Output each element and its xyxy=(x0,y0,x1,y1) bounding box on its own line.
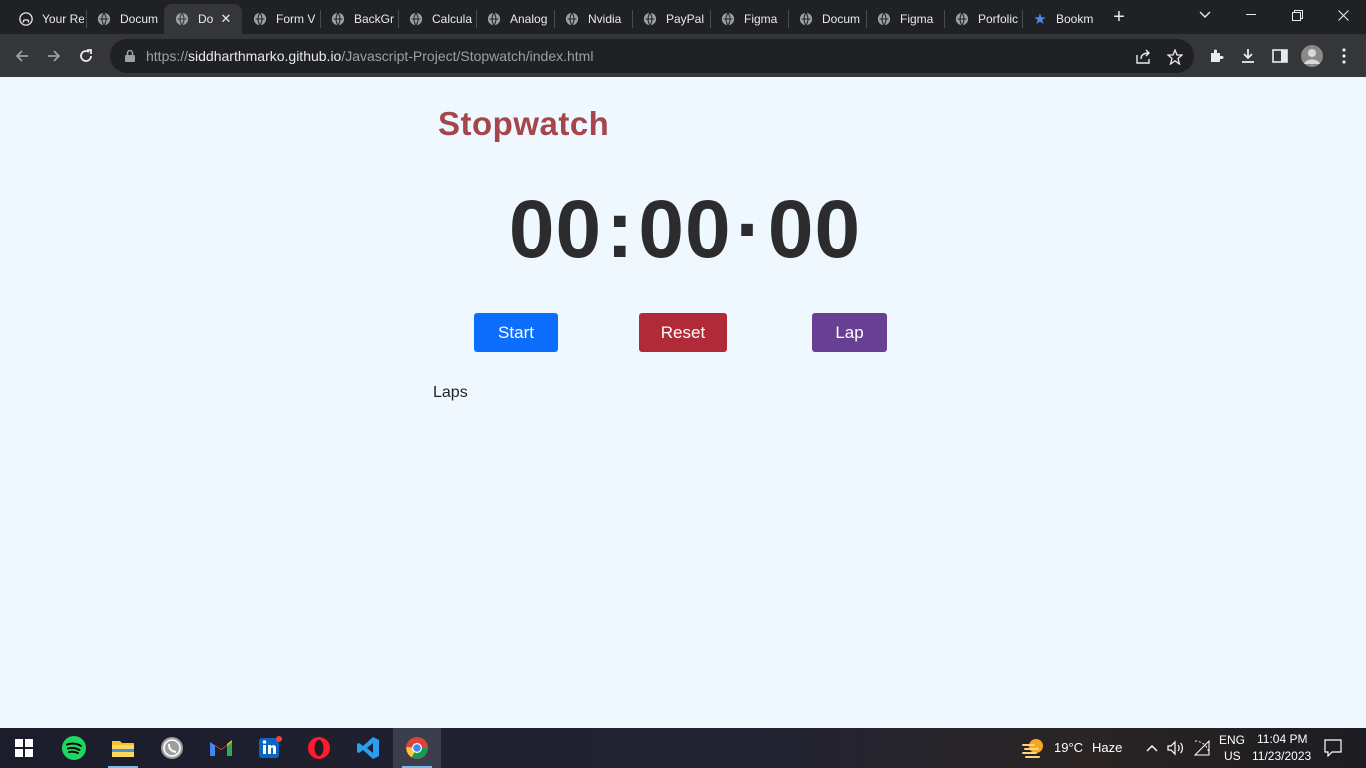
globe-icon xyxy=(876,11,892,27)
side-panel-icon[interactable] xyxy=(1266,42,1294,70)
laps-label: Laps xyxy=(433,384,468,401)
url-prefix: https:// xyxy=(146,48,189,64)
tab-title: Form V xyxy=(276,12,316,26)
language-line1[interactable]: ENG xyxy=(1219,733,1245,747)
url-path: /Javascript-Project/Stopwatch/index.html xyxy=(341,48,594,64)
tab-title: Figma xyxy=(900,12,934,26)
download-icon[interactable] xyxy=(1234,42,1262,70)
page-content: Stopwatch 00 : 00 · 00 Start Reset Lap L… xyxy=(0,77,1366,728)
file-explorer-icon[interactable] xyxy=(99,728,147,768)
tab-title: BackGr xyxy=(354,12,395,26)
globe-icon xyxy=(174,11,190,27)
page-title: Stopwatch xyxy=(438,105,610,142)
windows-start-icon[interactable] xyxy=(0,728,48,768)
weather-temp[interactable]: 19°C xyxy=(1054,740,1083,755)
tab-portfolio[interactable]: Porfolic xyxy=(944,4,1020,34)
close-window-button[interactable] xyxy=(1320,0,1366,30)
tab-title: Porfolic xyxy=(978,12,1019,26)
tab-analog[interactable]: Analog xyxy=(476,4,552,34)
opera-icon[interactable] xyxy=(295,728,343,768)
tab-title: Bookm xyxy=(1056,12,1094,26)
chevron-up-icon[interactable] xyxy=(1143,739,1161,757)
tab-background[interactable]: BackGr xyxy=(320,4,396,34)
tab-bookmarks[interactable]: ★ Bookm xyxy=(1022,4,1098,34)
centiseconds-value: 00 xyxy=(767,184,862,275)
spotify-icon[interactable] xyxy=(50,728,98,768)
share-icon[interactable] xyxy=(1134,48,1152,66)
lap-button[interactable]: Lap xyxy=(812,313,887,352)
start-button[interactable]: Start xyxy=(474,313,558,352)
globe-icon xyxy=(252,11,268,27)
vscode-icon[interactable] xyxy=(344,728,392,768)
whatsapp-icon[interactable] xyxy=(148,728,196,768)
avatar[interactable] xyxy=(1298,42,1326,70)
back-button[interactable] xyxy=(8,42,36,70)
stopwatch-display: 00 : 00 · 00 xyxy=(500,184,870,275)
tab-title: Docum xyxy=(120,12,159,26)
tab-document-1[interactable]: Docum xyxy=(86,4,162,34)
url-text: https://siddharthmarko.github.io/Javascr… xyxy=(146,48,593,64)
reload-button[interactable] xyxy=(72,42,100,70)
close-tab-icon[interactable]: ✕ xyxy=(218,11,234,27)
restore-button[interactable] xyxy=(1274,0,1320,30)
tab-calculator[interactable]: Calcula xyxy=(398,4,474,34)
tab-title: Docum xyxy=(822,12,861,26)
menu-icon[interactable] xyxy=(1330,42,1358,70)
tab-title: Nvidia xyxy=(588,12,622,26)
tab-active[interactable]: Do ✕ xyxy=(164,4,242,34)
globe-icon xyxy=(408,11,424,27)
globe-icon xyxy=(330,11,346,27)
tab-title: Analog xyxy=(510,12,548,26)
tab-document-2[interactable]: Docum xyxy=(788,4,864,34)
address-bar[interactable]: https://siddharthmarko.github.io/Javascr… xyxy=(110,39,1194,73)
globe-icon xyxy=(486,11,502,27)
forward-button[interactable] xyxy=(40,42,68,70)
url-host: siddharthmarko.github.io xyxy=(188,48,342,64)
reset-button[interactable]: Reset xyxy=(639,313,727,352)
weather-description[interactable]: Haze xyxy=(1092,740,1122,755)
gmail-icon[interactable] xyxy=(197,728,245,768)
tab-title: Your Re xyxy=(42,12,84,26)
star-icon: ★ xyxy=(1033,11,1047,28)
tab-search-button[interactable] xyxy=(1182,0,1228,30)
globe-icon xyxy=(96,11,112,27)
linkedin-icon[interactable] xyxy=(246,728,294,768)
taskbar: 19°C Haze ENG US 11:04 PM 11/23/2023 xyxy=(0,728,1366,768)
clock-date[interactable]: 11/23/2023 xyxy=(1252,749,1311,763)
tab-nvidia[interactable]: Nvidia xyxy=(554,4,630,34)
chrome-icon[interactable] xyxy=(393,728,441,768)
minutes-value: 00 xyxy=(508,184,603,275)
globe-icon xyxy=(954,11,970,27)
volume-icon[interactable] xyxy=(1167,739,1185,757)
clock-time[interactable]: 11:04 PM xyxy=(1257,732,1307,746)
tab-strip: Your Re Docum Do ✕ Form V BackGr Calcula… xyxy=(0,0,1366,34)
tab-figma-2[interactable]: Figma xyxy=(866,4,942,34)
globe-icon xyxy=(798,11,814,27)
tab-title: Figma xyxy=(744,12,778,26)
tab-title: Do xyxy=(198,12,214,26)
minimize-button[interactable] xyxy=(1228,0,1274,30)
tab-form-validation[interactable]: Form V xyxy=(242,4,318,34)
time-separator-colon: : xyxy=(606,184,635,275)
language-line2[interactable]: US xyxy=(1224,749,1241,763)
globe-icon xyxy=(564,11,580,27)
time-separator-dot: · xyxy=(735,184,764,275)
github-icon xyxy=(18,11,34,27)
wifi-icon[interactable] xyxy=(1193,739,1211,757)
seconds-value: 00 xyxy=(638,184,732,275)
new-tab-button[interactable]: + xyxy=(1106,5,1132,29)
globe-icon xyxy=(720,11,736,27)
extensions-icon[interactable] xyxy=(1202,42,1230,70)
lock-icon[interactable] xyxy=(122,48,138,64)
tab-figma-1[interactable]: Figma xyxy=(710,4,786,34)
tab-your-repos[interactable]: Your Re xyxy=(8,4,84,34)
browser-toolbar: https://siddharthmarko.github.io/Javascr… xyxy=(0,34,1366,77)
notifications-icon[interactable] xyxy=(1324,739,1342,757)
weather-icon[interactable] xyxy=(1022,737,1046,759)
globe-icon xyxy=(642,11,658,27)
tab-title: Calcula xyxy=(432,12,473,26)
bookmark-star-icon[interactable] xyxy=(1166,48,1184,66)
tab-paypal[interactable]: PayPal xyxy=(632,4,708,34)
tab-title: PayPal xyxy=(666,12,705,26)
